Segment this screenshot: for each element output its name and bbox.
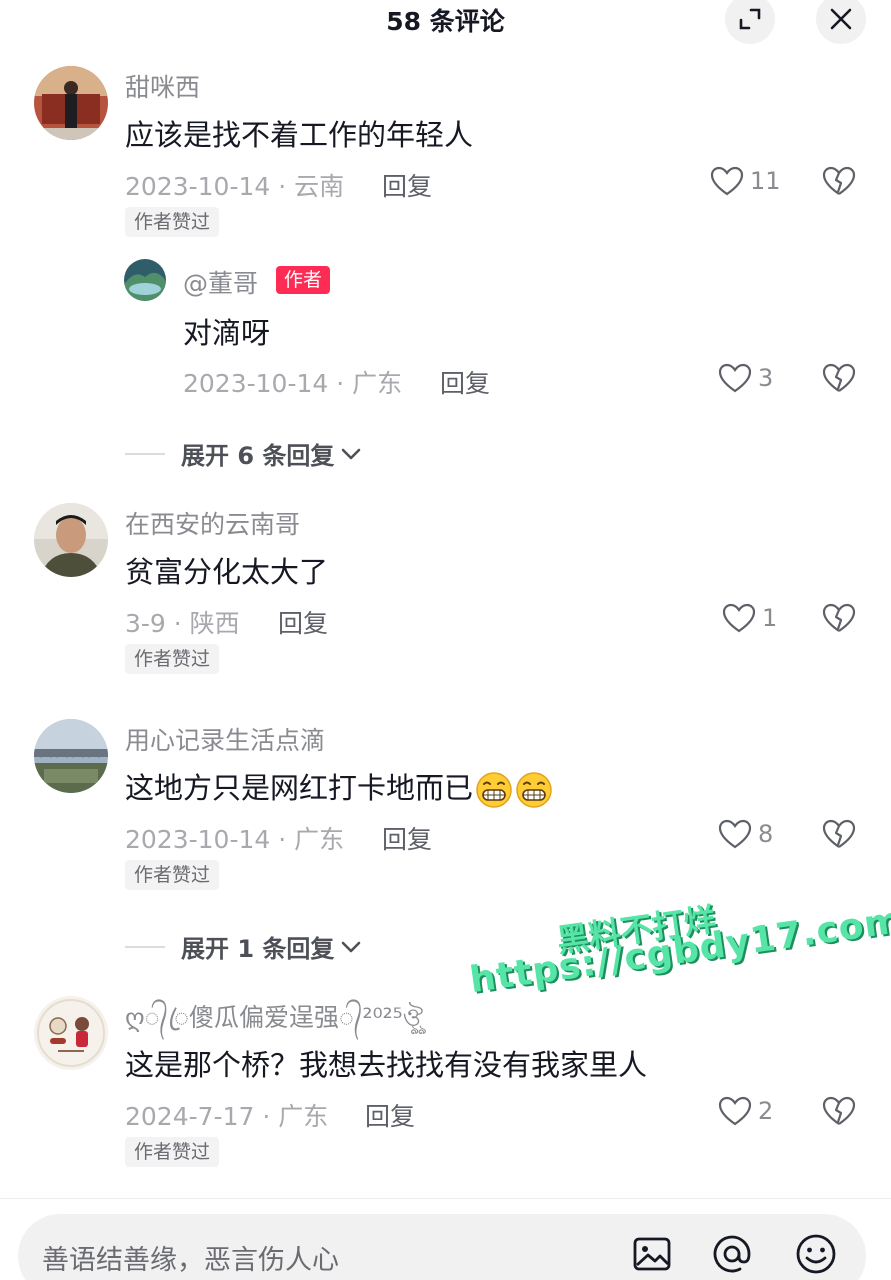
heart-icon (722, 603, 756, 633)
expand-replies-label: 展开 6 条回复 (181, 442, 335, 470)
chevron-down-icon (342, 941, 361, 952)
comment-username[interactable]: 在西安的云南哥 (125, 505, 300, 541)
author-liked-badge: 作者赞过 (125, 860, 220, 890)
reply-username[interactable]: @董哥 (183, 264, 258, 300)
divider-dash (125, 452, 165, 455)
avatar[interactable] (34, 996, 108, 1070)
broken-heart-icon (822, 363, 856, 392)
like-count: 2 (758, 1097, 774, 1125)
like-count: 1 (762, 604, 778, 632)
avatar[interactable] (124, 259, 166, 301)
comment-input-placeholder: 善语结善缘，恶言伤人心 (42, 1245, 339, 1276)
heart-icon (718, 1096, 752, 1126)
dislike-button[interactable] (822, 819, 856, 853)
comment-username[interactable]: 用心记录生活点滴 (125, 721, 325, 757)
mention-button[interactable] (710, 1232, 754, 1276)
avatar[interactable] (34, 719, 108, 793)
heart-icon (718, 819, 752, 849)
like-count: 3 (758, 364, 774, 392)
like-button[interactable]: 1 (722, 603, 777, 633)
grinning-emoji-icon (476, 772, 512, 808)
like-count: 11 (750, 167, 781, 195)
reply-button[interactable]: 回复 (278, 604, 328, 640)
divider-dash (125, 945, 165, 948)
expand-icon (739, 8, 761, 30)
image-icon (633, 1237, 671, 1271)
comments-header: 58 条评论 (0, 0, 891, 44)
broken-heart-icon (822, 603, 856, 632)
smiley-icon (796, 1234, 836, 1274)
image-button[interactable] (630, 1232, 674, 1276)
heart-icon (718, 363, 752, 393)
dislike-button[interactable] (822, 363, 856, 397)
author-tag: 作者 (276, 266, 331, 294)
comment-text: 贫富分化太大了 (125, 555, 329, 589)
at-sign-icon (713, 1235, 751, 1273)
chevron-down-icon (342, 448, 361, 459)
avatar[interactable] (34, 503, 108, 577)
broken-heart-icon (822, 819, 856, 848)
comment-text: 这是那个桥？我想去找找有没有我家里人 (125, 1048, 648, 1082)
like-button[interactable]: 11 (710, 166, 781, 196)
like-button[interactable]: 3 (718, 363, 773, 393)
author-liked-badge: 作者赞过 (125, 1137, 220, 1167)
comment-meta: 2024-7-17 · 广东 (125, 1102, 329, 1131)
comment-text: 这地方只是网红打卡地而已 (125, 765, 553, 809)
broken-heart-icon (822, 166, 856, 195)
dislike-button[interactable] (822, 166, 856, 200)
dislike-button[interactable] (822, 603, 856, 637)
broken-heart-icon (822, 1096, 856, 1125)
dislike-button[interactable] (822, 1096, 856, 1130)
comment-meta: 2023-10-14 · 广东 (125, 825, 345, 854)
bottom-divider (0, 1198, 891, 1199)
grinning-emoji-icon (516, 772, 552, 808)
comment-meta: 2023-10-14 · 云南 (125, 172, 345, 201)
expand-replies[interactable]: 展开 1 条回复 (125, 929, 362, 964)
emoji-button[interactable] (794, 1232, 838, 1276)
author-liked-badge: 作者赞过 (125, 644, 220, 674)
like-button[interactable]: 8 (718, 819, 773, 849)
heart-icon (710, 166, 744, 196)
comment-username[interactable]: 甜咪西 (125, 68, 200, 104)
comment-input[interactable]: 善语结善缘，恶言伤人心 (18, 1214, 866, 1280)
reply-button[interactable]: 回复 (382, 820, 432, 856)
expand-replies[interactable]: 展开 6 条回复 (125, 436, 362, 471)
expand-replies-label: 展开 1 条回复 (181, 935, 335, 963)
reply-button[interactable]: 回复 (440, 364, 490, 400)
close-icon (830, 8, 852, 30)
reply-meta: 2023-10-14 · 广东 (183, 369, 403, 398)
reply-text: 对滴呀 (183, 316, 271, 350)
avatar[interactable] (34, 66, 108, 140)
comment-text: 应该是找不着工作的年轻人 (125, 118, 474, 152)
comment-meta: 3-9 · 陕西 (125, 609, 240, 638)
reply-button[interactable]: 回复 (365, 1097, 415, 1133)
like-count: 8 (758, 820, 774, 848)
comment-text-body: 这地方只是网红打卡地而已 (125, 771, 474, 805)
like-button[interactable]: 2 (718, 1096, 773, 1126)
author-liked-badge: 作者赞过 (125, 207, 220, 237)
reply-button[interactable]: 回复 (382, 167, 432, 203)
